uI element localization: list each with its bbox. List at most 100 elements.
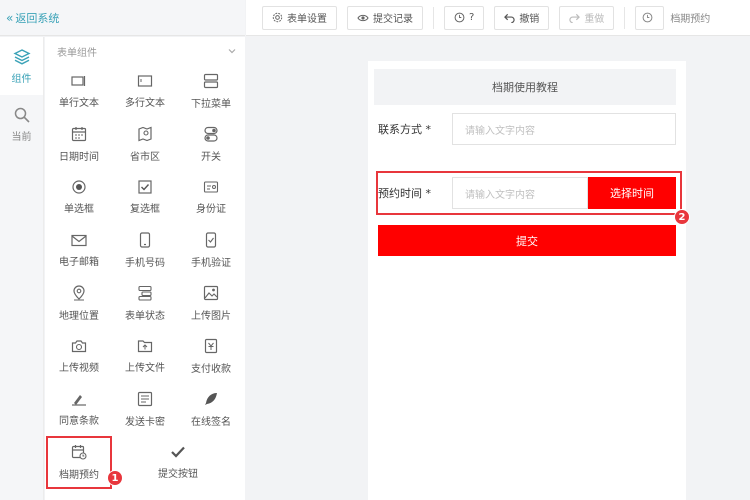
component-card-code[interactable]: 发送卡密 <box>112 383 178 436</box>
image-icon <box>203 285 219 301</box>
component-single-line-text[interactable]: 单行文本 <box>46 65 112 118</box>
submit-button[interactable]: 提交 <box>378 225 676 256</box>
back-to-system-link[interactable]: « 返回系统 <box>0 0 245 36</box>
dropdown-menu-icon <box>203 73 219 89</box>
select-time-button[interactable]: 选择时间 <box>588 177 676 209</box>
toolbar-divider <box>433 6 434 29</box>
checkbox-icon <box>138 180 152 194</box>
contact-input[interactable]: 请输入文字内容 <box>452 113 676 145</box>
component-schedule-booking[interactable]: 档期预约 1 <box>46 436 123 489</box>
component-signature[interactable]: 在线签名 <box>178 383 244 436</box>
search-icon <box>14 107 30 123</box>
envelope-icon <box>71 234 87 246</box>
schedule-tab-label[interactable]: 档期预约 <box>670 10 710 25</box>
help-label: ? <box>469 12 475 23</box>
reserve-time-label: 预约时间 * <box>378 187 431 200</box>
component-payment[interactable]: 支付收款 <box>178 330 244 383</box>
component-label: 电子邮箱 <box>59 256 99 268</box>
panel-header[interactable]: 表单组件 <box>45 37 245 65</box>
component-date-time[interactable]: 日期时间 <box>46 118 112 171</box>
component-label: 发送卡密 <box>125 417 165 428</box>
chevron-down-icon <box>228 49 236 54</box>
contact-label: 联系方式 * <box>378 123 431 136</box>
agreement-icon <box>72 395 86 406</box>
component-label: 多行文本 <box>125 98 165 109</box>
component-label: 手机号码 <box>125 258 165 269</box>
camera-icon <box>71 340 87 353</box>
component-label: 上传视频 <box>59 363 99 374</box>
clock-icon <box>454 12 465 23</box>
component-checkbox[interactable]: 复选框 <box>112 171 178 224</box>
undo-icon <box>504 13 515 23</box>
submit-records-button[interactable]: 提交记录 <box>347 5 423 30</box>
component-label: 手机验证 <box>191 258 231 269</box>
component-location[interactable]: 地理位置 <box>46 277 112 330</box>
component-switch[interactable]: 开关 <box>178 118 244 171</box>
component-submit-button[interactable]: 提交按钮 <box>112 436 244 489</box>
redo-icon <box>569 13 581 23</box>
form-title[interactable]: 档期使用教程 <box>374 69 676 105</box>
component-email[interactable]: 电子邮箱 <box>46 224 112 277</box>
redo-button[interactable]: 重做 <box>559 5 615 30</box>
component-form-status[interactable]: 表单状态 <box>112 277 178 330</box>
reserve-time-row[interactable]: 预约时间 * 请输入文字内容 选择时间 <box>378 177 676 209</box>
component-label: 支付收款 <box>191 364 231 375</box>
component-agreement[interactable]: 同意条款 <box>46 383 112 436</box>
contact-row[interactable]: 联系方式 * 请输入文字内容 <box>378 113 676 145</box>
rail-label: 组件 <box>11 73 32 85</box>
location-pin-icon <box>73 285 85 301</box>
left-rail: 组件 当前 <box>0 37 44 500</box>
help-button[interactable]: ? <box>444 5 485 30</box>
payment-icon <box>204 338 218 354</box>
redo-label: 重做 <box>584 14 605 25</box>
component-mobile-verify[interactable]: 手机验证 <box>178 224 244 277</box>
region-icon <box>138 126 152 142</box>
component-upload-file[interactable]: 上传文件 <box>112 330 178 383</box>
submit-records-label: 提交记录 <box>373 14 413 25</box>
card-code-icon <box>137 391 153 407</box>
toggle-icon <box>204 126 218 142</box>
form-settings-button[interactable]: 表单设置 <box>262 5 337 30</box>
component-label: 提交按钮 <box>158 469 198 480</box>
preview-clock-button[interactable] <box>635 5 665 30</box>
back-label: 返回系统 <box>15 11 60 25</box>
top-toolbar: 表单设置 提交记录 ? 撤销 重做 档期预约 <box>246 0 750 36</box>
feather-icon <box>205 393 217 405</box>
component-label: 上传图片 <box>191 311 231 322</box>
single-line-text-icon <box>71 76 86 86</box>
reserve-time-input[interactable]: 请输入文字内容 <box>452 177 588 209</box>
component-label: 身份证 <box>196 204 226 215</box>
component-panel: 表单组件 单行文本 多行文本 下拉菜单 日期时间 省市区 开关 单选框 复选框 … <box>45 37 245 500</box>
checkmark-icon <box>171 446 185 458</box>
component-label: 上传文件 <box>125 363 165 374</box>
form-settings-label: 表单设置 <box>287 14 327 25</box>
rail-item-current[interactable]: 当前 <box>0 95 43 153</box>
rail-label: 当前 <box>11 131 32 143</box>
mobile-icon <box>139 232 151 248</box>
component-upload-image[interactable]: 上传图片 <box>178 277 244 330</box>
component-mobile[interactable]: 手机号码 <box>112 224 178 277</box>
component-label: 开关 <box>201 152 221 163</box>
double-chevron-left-icon: « <box>6 10 14 25</box>
multi-line-text-icon <box>137 75 153 87</box>
component-dropdown[interactable]: 下拉菜单 <box>178 65 244 118</box>
component-multi-line-text[interactable]: 多行文本 <box>112 65 178 118</box>
calendar-icon <box>71 127 87 142</box>
component-label: 单选框 <box>64 204 94 215</box>
schedule-icon <box>71 445 87 460</box>
component-label: 同意条款 <box>59 416 99 427</box>
undo-button[interactable]: 撤销 <box>494 5 550 30</box>
rail-item-components[interactable]: 组件 <box>0 37 43 95</box>
layers-icon <box>12 48 31 65</box>
component-id-card[interactable]: 身份证 <box>178 171 244 224</box>
component-label: 下拉菜单 <box>191 99 231 110</box>
component-radio[interactable]: 单选框 <box>46 171 112 224</box>
component-grid: 单行文本 多行文本 下拉菜单 日期时间 省市区 开关 单选框 复选框 身份证 电… <box>45 65 245 489</box>
undo-label: 撤销 <box>519 14 540 25</box>
component-label: 在线签名 <box>191 417 231 428</box>
component-upload-video[interactable]: 上传视频 <box>46 330 112 383</box>
component-region[interactable]: 省市区 <box>112 118 178 171</box>
annotation-badge-2: 2 <box>674 209 690 225</box>
component-label: 档期预约 <box>59 470 99 481</box>
component-label: 表单状态 <box>125 311 165 322</box>
